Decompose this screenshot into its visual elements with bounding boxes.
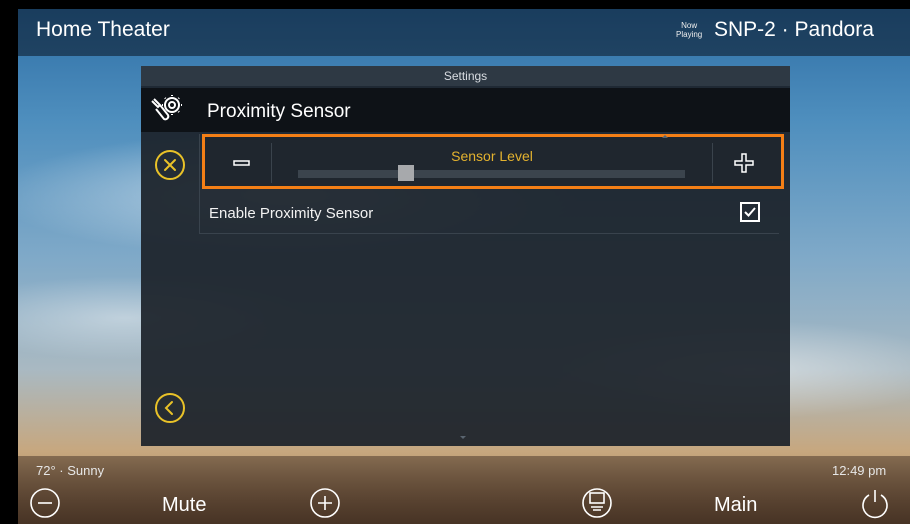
settings-title: Settings [443, 69, 488, 83]
enable-proximity-row[interactable]: Enable Proximity Sensor [199, 196, 779, 234]
volume-up-icon[interactable] [308, 486, 342, 520]
decrease-button[interactable] [213, 145, 271, 181]
plus-icon [734, 153, 754, 173]
clock: 12:49 pm [832, 463, 887, 478]
minus-icon [233, 160, 250, 166]
main-button[interactable]: Main [714, 494, 757, 517]
power-icon[interactable] [858, 486, 892, 520]
settings-header: Settings [141, 66, 790, 86]
slider-track[interactable] [298, 170, 685, 178]
slider-thumb[interactable] [398, 165, 415, 181]
bottom-bar [18, 456, 910, 524]
page-subtitle: Proximity Sensor [207, 101, 351, 122]
option-label: Enable Proximity Sensor [209, 205, 374, 222]
scroll-down-indicator [460, 436, 466, 439]
display-icon[interactable] [580, 486, 614, 520]
slider-divider-left [271, 143, 272, 183]
close-button[interactable] [155, 150, 185, 180]
sensor-level-slider: Sensor Level [202, 134, 784, 189]
room-title: Home Theater [36, 18, 170, 41]
increase-button[interactable] [713, 145, 775, 181]
weather-readout: 72° · Sunny [36, 463, 105, 478]
wrench-gear-icon [151, 95, 182, 121]
volume-down-icon[interactable] [28, 486, 62, 520]
enable-proximity-checkbox[interactable] [740, 202, 760, 222]
close-circle-icon [164, 159, 176, 171]
checkmark-icon [744, 207, 756, 217]
scroll-up-indicator [662, 135, 668, 138]
now-playing-label: Now Playing [676, 21, 703, 39]
now-playing-source[interactable]: SNP-2 · Pandora [714, 18, 874, 42]
sensor-level-label: Sensor Level [451, 148, 533, 164]
back-circle-icon [164, 401, 173, 415]
mute-button[interactable]: Mute [162, 494, 206, 517]
back-button[interactable] [155, 393, 185, 423]
